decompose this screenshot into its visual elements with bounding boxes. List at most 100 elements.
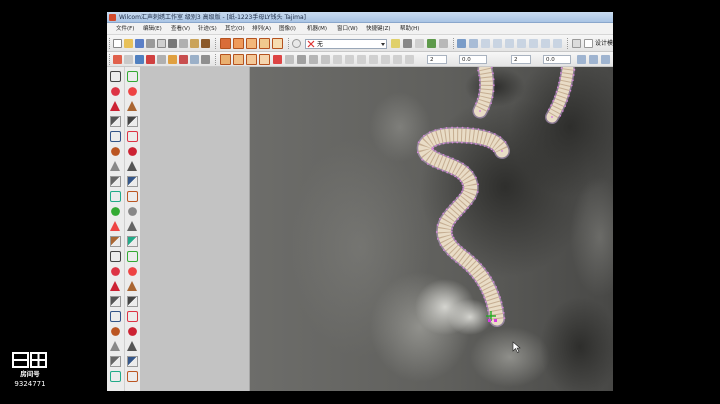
height-spin[interactable]: 2 xyxy=(511,55,531,64)
design-canvas[interactable] xyxy=(250,67,613,391)
title-bar[interactable]: Wilcom汇声刺绣工作室 级别3 高级版 - [纸-1223手母LY钱头 Ta… xyxy=(107,12,613,23)
reset-icon[interactable] xyxy=(601,55,610,64)
menu-stitch[interactable]: 针迹(S) xyxy=(198,25,217,33)
hand-icon[interactable] xyxy=(127,221,137,231)
fill-icon[interactable] xyxy=(272,38,283,49)
stitch-angle-icon[interactable] xyxy=(113,55,122,64)
blend-icon[interactable] xyxy=(127,116,138,127)
x-position-spin[interactable]: 0.0 xyxy=(459,55,487,64)
shortening-icon[interactable] xyxy=(157,55,166,64)
toolbar-grip[interactable] xyxy=(288,38,290,49)
lettering-icon[interactable] xyxy=(259,54,270,65)
y-position-spin[interactable]: 0.0 xyxy=(543,55,571,64)
trim-icon[interactable] xyxy=(190,55,199,64)
layers-icon[interactable] xyxy=(127,281,137,291)
menu-window[interactable]: 窗口(W) xyxy=(337,25,358,33)
menu-help[interactable]: 帮助(H) xyxy=(400,25,419,33)
menu-arrange[interactable]: 排列(A) xyxy=(252,25,271,33)
lock-icon[interactable] xyxy=(357,55,366,64)
toolbar-grip[interactable] xyxy=(109,54,111,65)
heart-icon[interactable] xyxy=(111,267,120,276)
menu-other[interactable]: 其它(O) xyxy=(225,25,245,33)
color-combo[interactable]: 无 xyxy=(305,39,387,49)
motif-icon[interactable] xyxy=(127,71,138,82)
copy-icon[interactable] xyxy=(179,39,188,48)
menu-file[interactable]: 文件(F) xyxy=(116,25,134,33)
toolbar-grip[interactable] xyxy=(109,38,111,49)
undo-icon[interactable] xyxy=(201,39,210,48)
pattern-icon[interactable] xyxy=(110,191,121,202)
warning-icon[interactable] xyxy=(273,55,282,64)
select-icon[interactable] xyxy=(127,236,138,247)
measure-icon[interactable] xyxy=(517,39,526,48)
circle-icon[interactable] xyxy=(110,221,120,231)
width-spin[interactable]: 2 xyxy=(427,55,447,64)
satin-icon[interactable] xyxy=(233,38,244,49)
color-circle-icon[interactable] xyxy=(292,39,301,48)
zoom-in-icon[interactable] xyxy=(457,39,466,48)
menu-edit[interactable]: 编辑(E) xyxy=(143,25,162,33)
text-icon[interactable] xyxy=(110,281,120,291)
mirror-icon[interactable] xyxy=(285,55,294,64)
run-stitch-icon[interactable] xyxy=(259,38,270,49)
open-folder-icon[interactable] xyxy=(124,39,133,48)
reshape-icon[interactable] xyxy=(127,251,138,262)
auto-split-icon[interactable] xyxy=(146,55,155,64)
satin-icon[interactable] xyxy=(110,131,121,142)
underlay-icon[interactable] xyxy=(124,55,133,64)
zoom-icon[interactable] xyxy=(128,207,137,216)
color-icon[interactable] xyxy=(111,207,120,216)
rotate-icon[interactable] xyxy=(297,55,306,64)
edge-icon[interactable] xyxy=(128,87,137,96)
run-icon[interactable] xyxy=(127,341,137,351)
design-view-icon[interactable] xyxy=(572,39,581,48)
scale-icon[interactable] xyxy=(309,55,318,64)
toolbar-grip[interactable] xyxy=(567,38,569,49)
chevron-down-icon[interactable] xyxy=(381,43,385,46)
chenille-icon[interactable] xyxy=(110,356,121,367)
menu-view[interactable]: 查看(V) xyxy=(171,25,190,33)
dropper-icon[interactable] xyxy=(415,39,424,48)
select-icon[interactable] xyxy=(110,71,121,82)
paste-icon[interactable] xyxy=(190,39,199,48)
needle-icon[interactable] xyxy=(403,39,412,48)
color-icon[interactable] xyxy=(127,371,138,382)
pattern-icon[interactable] xyxy=(127,356,138,367)
pan-icon[interactable] xyxy=(505,39,514,48)
thread-icon[interactable] xyxy=(391,39,400,48)
star-icon[interactable] xyxy=(110,236,121,247)
layers-icon[interactable] xyxy=(110,116,121,127)
fill-icon[interactable] xyxy=(127,311,138,322)
border-icon[interactable] xyxy=(110,371,121,382)
print-icon[interactable] xyxy=(146,39,155,48)
menu-shortcut[interactable]: 快捷键(Z) xyxy=(366,25,391,33)
save-icon[interactable] xyxy=(135,39,144,48)
zoom-box-icon[interactable] xyxy=(493,39,502,48)
order-icon[interactable] xyxy=(381,55,390,64)
hoop-icon[interactable] xyxy=(541,39,550,48)
toolbar-grip[interactable] xyxy=(215,38,217,49)
print-preview-icon[interactable] xyxy=(157,39,166,48)
zoom-fit-icon[interactable] xyxy=(481,39,490,48)
page-icon[interactable] xyxy=(584,39,593,48)
knife-icon[interactable] xyxy=(128,267,137,276)
pull-comp-icon[interactable] xyxy=(168,55,177,64)
menu-image[interactable]: 图像(I) xyxy=(279,25,296,33)
gradient-icon[interactable] xyxy=(127,101,137,111)
appliqué-icon[interactable] xyxy=(110,311,121,322)
fill-icon[interactable] xyxy=(111,147,120,156)
trace-icon[interactable] xyxy=(128,147,137,156)
outline-icon[interactable] xyxy=(110,161,120,171)
sequin-icon[interactable] xyxy=(111,327,120,336)
zoom-out-icon[interactable] xyxy=(469,39,478,48)
group-icon[interactable] xyxy=(333,55,342,64)
arrow-icon[interactable] xyxy=(110,251,121,262)
toolbar-grip[interactable] xyxy=(215,54,217,65)
cross-stitch-icon[interactable] xyxy=(110,341,120,351)
measure-icon[interactable] xyxy=(127,191,138,202)
weld-icon[interactable] xyxy=(405,55,414,64)
design-mode-label[interactable]: 设计模 xyxy=(595,40,613,48)
monogram-icon[interactable] xyxy=(110,296,121,307)
grid-icon[interactable] xyxy=(529,39,538,48)
outline-icon[interactable] xyxy=(128,327,137,336)
